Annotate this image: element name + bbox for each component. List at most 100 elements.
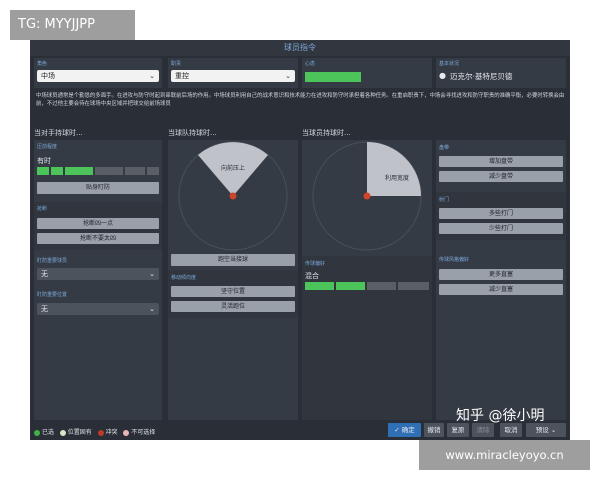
passing-group: 传球偏好 混合 [302, 256, 432, 420]
pink-dot-icon [123, 429, 130, 436]
mark-target-label: 盯防重要球员 [37, 258, 68, 264]
watermark-bottom: www.miracleyoyo.cn [419, 440, 590, 470]
mark-tightly-button[interactable]: 贴身盯防 [37, 182, 159, 194]
duty-select[interactable]: 重控 ⌄ [171, 70, 295, 82]
chevron-down-icon: ⌄ [550, 426, 557, 434]
role-value: 中场 [41, 72, 55, 80]
slider-segment [305, 282, 334, 290]
duty-value: 重控 [175, 72, 189, 80]
role-panel: 角色 中场 ⌄ [34, 58, 162, 88]
slider-segment [398, 282, 429, 290]
mark-position-select[interactable]: 无 ⌄ [37, 303, 159, 315]
zhihu-watermark: 知乎 @徐小明 [456, 408, 545, 424]
legend-label: 已选 [42, 429, 55, 436]
confirm-label: 确定 [401, 426, 415, 434]
legend: 已选 位置固有 冲突 不可选择 [34, 427, 155, 436]
cancel-button[interactable]: 取消 [500, 423, 522, 437]
slider-segment [367, 282, 396, 290]
duty-label: 职责 [171, 61, 182, 67]
section-player-ball-title: 当球员持球时... [302, 129, 351, 137]
dribble-label: 盘带 [439, 145, 450, 151]
zone-label: 向前压上 [221, 164, 245, 172]
role-label: 角色 [37, 61, 48, 67]
player-name: 迈克尔·基特尼贝德 [450, 72, 513, 81]
passing-value: 混合 [305, 272, 319, 280]
mentality-label: 心态 [305, 61, 316, 67]
player-ball-panel: 利用宽度 传球偏好 混合 [302, 140, 432, 420]
slider-segment [95, 167, 123, 175]
tackle-group: 抢断 抢断凶一点 抢断不要太凶 [34, 202, 162, 250]
person-icon: ● [439, 71, 446, 80]
slider-segment [147, 167, 159, 175]
mark-target-select[interactable]: 无 ⌄ [37, 268, 159, 280]
role-select[interactable]: 中场 ⌄ [37, 70, 159, 82]
fewer-through-balls-button[interactable]: 减少直塞 [439, 284, 563, 295]
shoot-less-button[interactable]: 少些打门 [439, 223, 563, 234]
preset-dropdown[interactable]: 预设 ⌄ [526, 423, 566, 437]
legend-unavailable: 不可选择 [123, 429, 155, 436]
get-further-forward-button[interactable]: 跑空当接球 [171, 254, 295, 266]
confirm-button[interactable]: ✓ 确定 [388, 423, 421, 437]
slider-segment [336, 282, 365, 290]
clear-button[interactable]: 清除 [472, 423, 494, 437]
undo-button[interactable]: 撤销 [424, 423, 444, 437]
green-dot-icon [34, 429, 40, 436]
slider-segment [65, 167, 93, 175]
mentality-panel: 心态 [302, 58, 432, 88]
legend-label: 位置固有 [67, 429, 92, 436]
shoot-group: 射门 多些打门 少些打门 [436, 192, 566, 240]
mark-target-value: 无 [41, 270, 48, 278]
player-dot [229, 192, 237, 200]
pressing-slider[interactable] [37, 167, 159, 175]
duty-panel: 职责 重控 ⌄ [168, 58, 298, 88]
tackle-label: 抢断 [37, 206, 48, 212]
opp-ball-panel: 压前程度 有时 贴身盯防 抢断 抢断凶一点 抢断不要太凶 盯防重要球员 无 ⌄ … [34, 140, 162, 420]
role-description: 中场球员通常是个勤恳的多面手。在进攻与防守时起到串联前后场的作用。中场球员利用自… [36, 93, 565, 107]
shoot-label: 射门 [439, 197, 450, 203]
movement-group: 移动倾向度 坚守位置 灵活跑位 [168, 270, 298, 318]
movement-zone-diagram[interactable]: 向前压上 [168, 140, 298, 252]
mentality-bar [305, 72, 361, 82]
mark-position-value: 无 [41, 305, 48, 313]
dribble-more-button[interactable]: 增加盘带 [439, 156, 563, 167]
legend-label: 不可选择 [131, 429, 156, 436]
right-panel: 盘带 增加盘带 减少盘带 射门 多些打门 少些打门 传球风格偏好 更多直塞 减少… [436, 140, 566, 420]
legend-conflict: 冲突 [97, 429, 118, 436]
dialog-title: 球员指令 [30, 40, 570, 56]
team-ball-panel: 向前压上 跑空当接球 移动倾向度 坚守位置 灵活跑位 [168, 140, 298, 420]
more-through-balls-button[interactable]: 更多直塞 [439, 269, 563, 280]
passing-slider[interactable] [305, 282, 429, 290]
hold-position-button[interactable]: 坚守位置 [171, 286, 295, 297]
movement-label: 移动倾向度 [171, 275, 197, 281]
width-zone-diagram[interactable]: 利用宽度 [302, 140, 432, 252]
slider-segment [125, 167, 145, 175]
pressing-value: 有时 [37, 157, 51, 165]
ease-off-tackles-button[interactable]: 抢断不要太凶 [37, 233, 159, 244]
dribble-less-button[interactable]: 减少盘带 [439, 171, 563, 182]
wide-zone[interactable] [367, 142, 421, 196]
reset-button[interactable]: 复原 [447, 423, 469, 437]
shoot-more-button[interactable]: 多些打门 [439, 208, 563, 219]
player-instructions-dialog: 球员指令 角色 中场 ⌄ 职责 重控 ⌄ 心态 基本状况 ● 迈克尔·基特尼贝德… [30, 40, 570, 440]
chevron-down-icon: ⌄ [149, 72, 155, 80]
player-label: 基本状况 [439, 61, 460, 67]
preset-label: 预设 [535, 426, 549, 434]
legend-selected: 已选 [34, 429, 54, 436]
chevron-down-icon: ⌄ [149, 305, 155, 313]
player-panel: 基本状况 ● 迈克尔·基特尼贝德 [436, 58, 566, 88]
roam-from-position-button[interactable]: 灵活跑位 [171, 301, 295, 312]
pressing-label: 压前程度 [37, 144, 58, 150]
legend-natural: 位置固有 [59, 429, 92, 436]
chevron-down-icon: ⌄ [149, 270, 155, 278]
tackle-harder-button[interactable]: 抢断凶一点 [37, 218, 159, 229]
slider-segment [37, 167, 49, 175]
watermark-top: TG: MYYJJPP [10, 10, 135, 40]
zone-label: 利用宽度 [385, 174, 409, 182]
through-ball-label: 传球风格偏好 [439, 257, 470, 263]
chevron-down-icon: ⌄ [285, 72, 291, 80]
legend-label: 冲突 [105, 429, 118, 436]
mark-position-label: 盯防重要位置 [37, 292, 68, 298]
section-opp-ball-title: 当对手持球时... [34, 129, 83, 137]
light-dot-icon [59, 429, 66, 436]
player-dot [363, 192, 371, 200]
